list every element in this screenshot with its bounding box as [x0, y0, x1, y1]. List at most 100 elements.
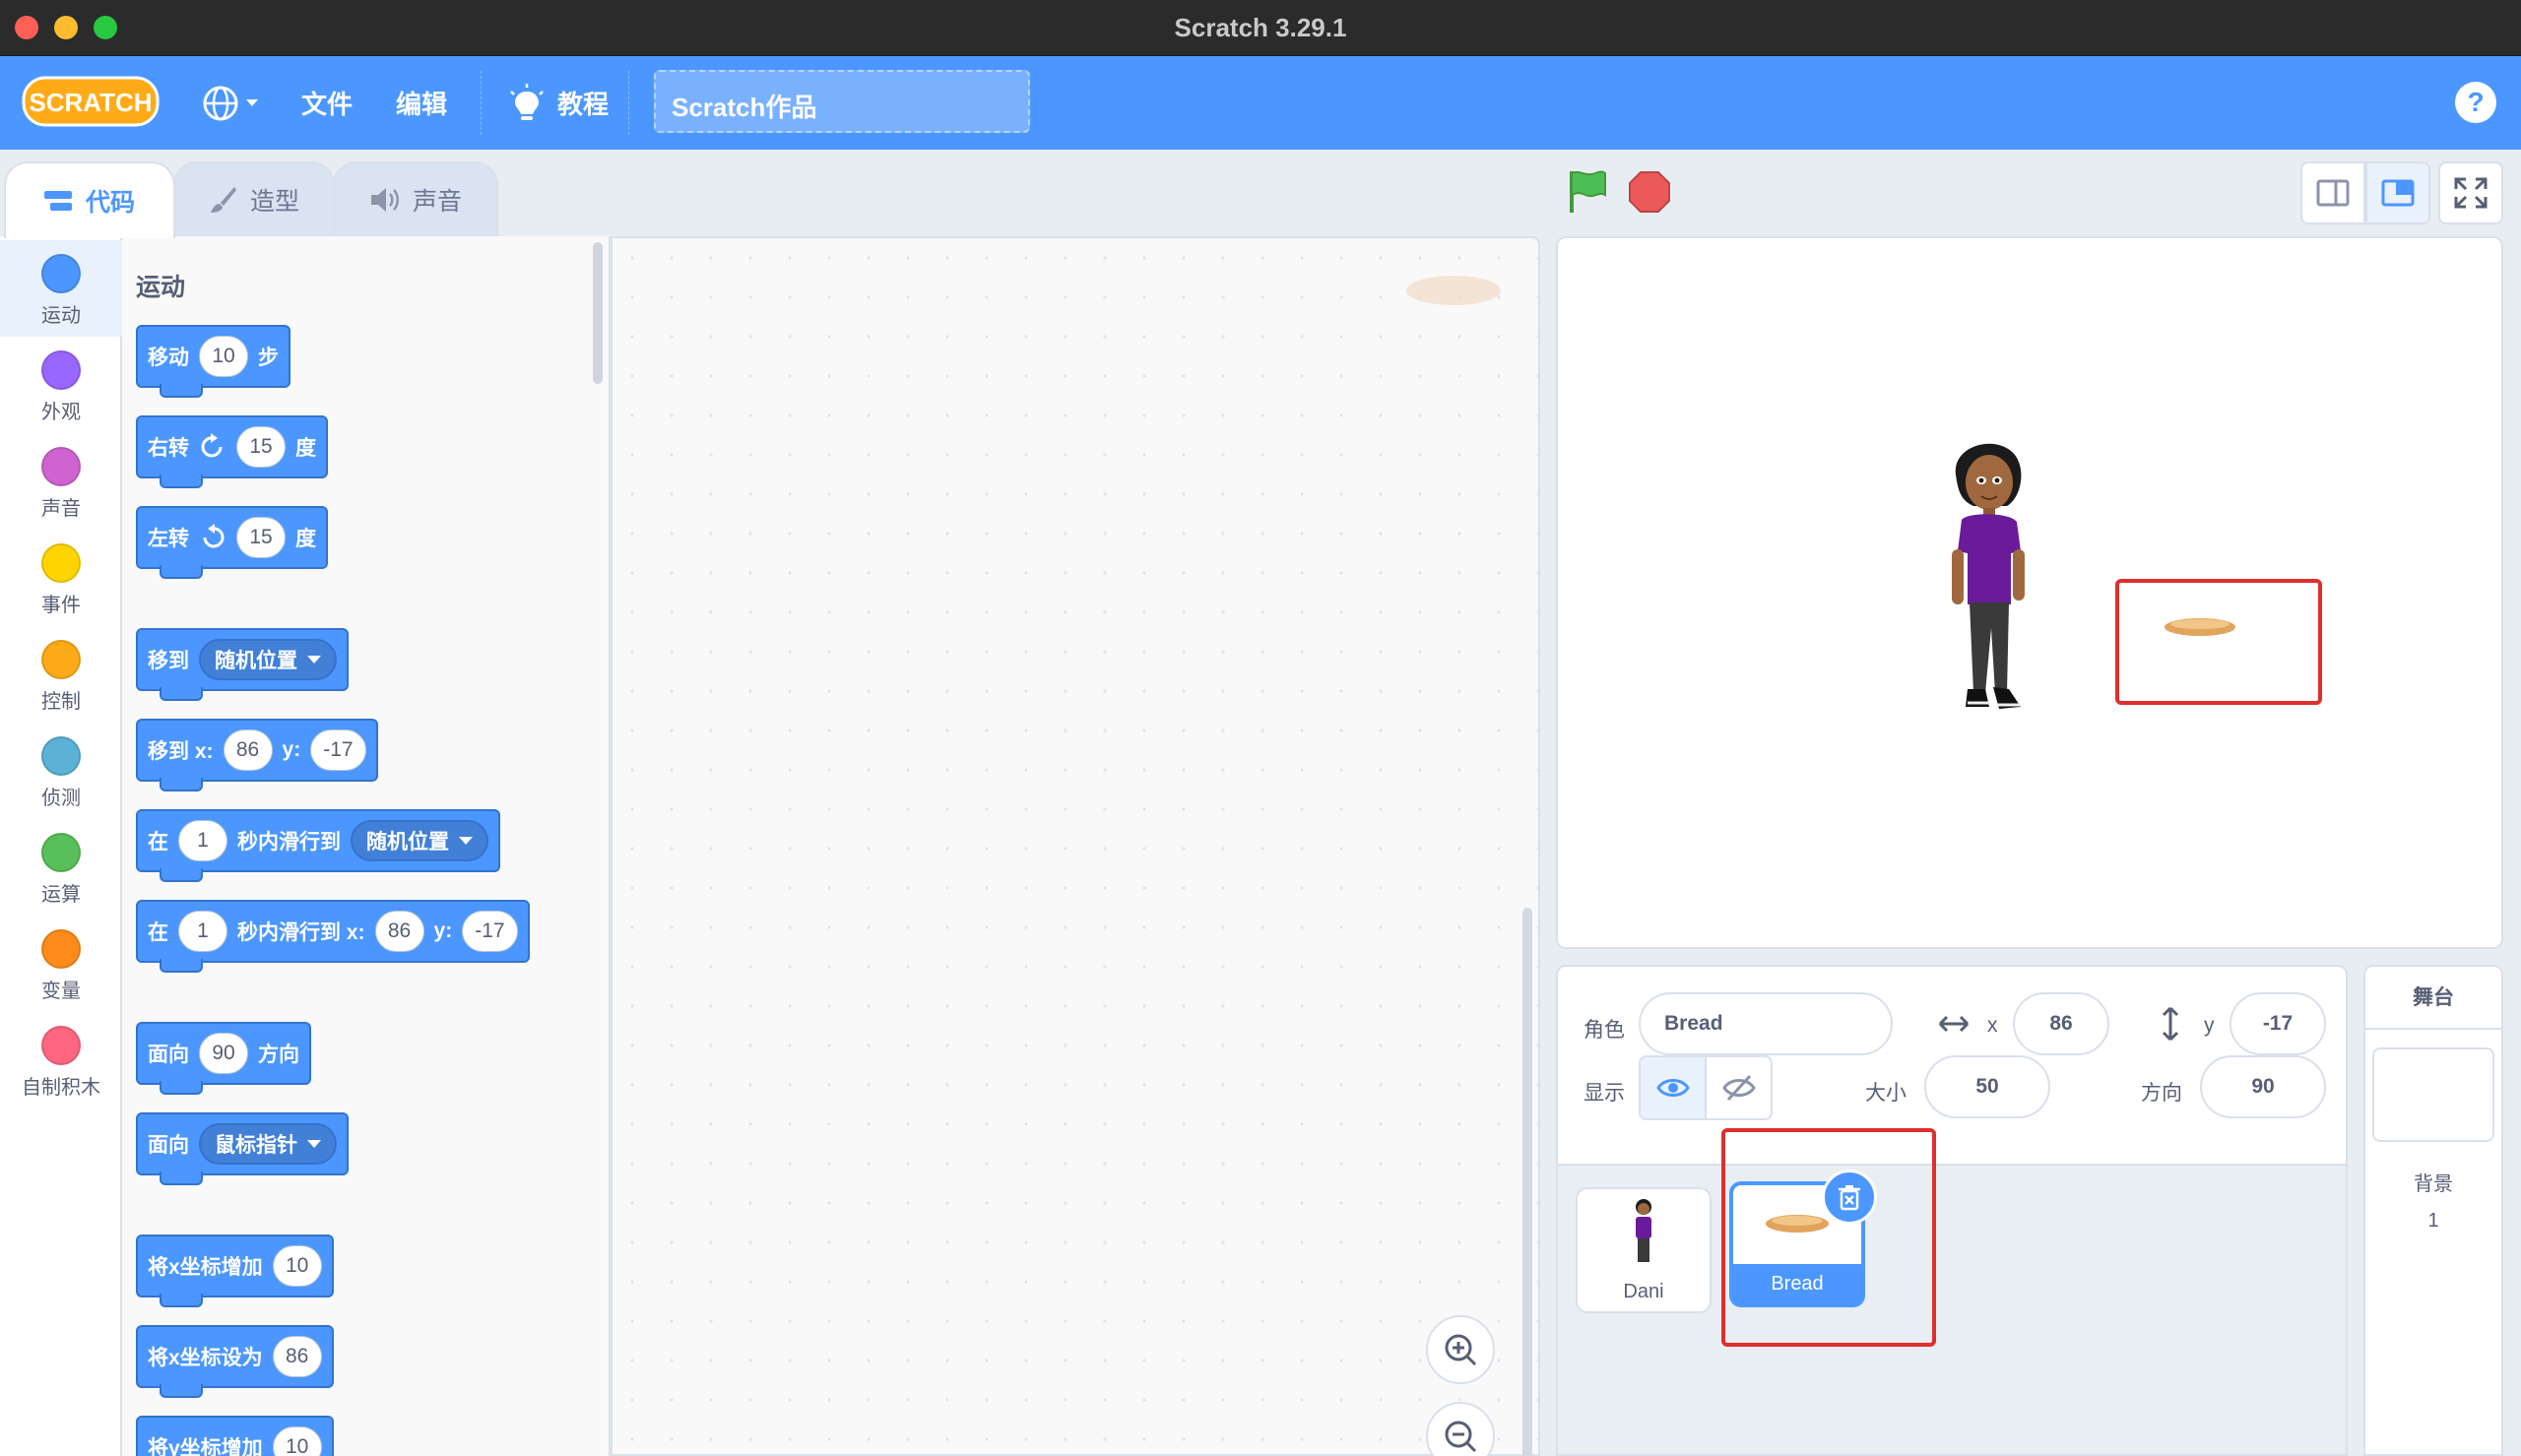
block-goto[interactable]: 移到 随机位置 — [136, 628, 349, 701]
block-text: 步 — [258, 347, 279, 369]
change-x-input[interactable]: 10 — [272, 1245, 322, 1287]
block-text: 在 — [148, 831, 168, 854]
scratch-logo[interactable]: SCRATCH — [22, 74, 160, 129]
tab-sounds-label: 声音 — [412, 188, 462, 216]
degrees-input[interactable]: 15 — [236, 426, 286, 468]
block-text: 移动 — [148, 347, 189, 369]
block-turn-right[interactable]: 右转 15 度 — [136, 415, 328, 488]
y-input[interactable]: -17 — [310, 729, 366, 771]
stage[interactable] — [1556, 236, 2503, 949]
motion-dot-icon — [41, 254, 81, 293]
events-dot-icon — [41, 543, 81, 583]
sprite-tile-dani[interactable]: Dani — [1576, 1187, 1712, 1313]
y-label: y — [2204, 1014, 2215, 1037]
stage-target-pane[interactable]: 舞台 背景 1 — [2363, 965, 2503, 1456]
block-text: 面向 — [148, 1044, 189, 1066]
green-flag-button[interactable] — [1564, 167, 1611, 215]
x-input[interactable]: 86 — [223, 729, 273, 771]
goto-target-dropdown[interactable]: 随机位置 — [199, 639, 337, 680]
sound-dot-icon — [41, 447, 81, 486]
script-area[interactable] — [611, 236, 1540, 1456]
set-x-input[interactable]: 86 — [272, 1336, 322, 1377]
block-point-towards[interactable]: 面向 鼠标指针 — [136, 1112, 349, 1185]
palette-scrollbar[interactable] — [593, 242, 603, 384]
x-position-field[interactable]: 86 — [2013, 992, 2109, 1055]
y-input[interactable]: -17 — [462, 911, 518, 952]
script-scrollbar[interactable] — [1522, 908, 1532, 1456]
block-text: 度 — [295, 528, 316, 550]
eye-icon — [1655, 1079, 1690, 1097]
change-y-input[interactable]: 10 — [272, 1426, 322, 1456]
dropdown-value: 鼠标指针 — [215, 1134, 297, 1157]
category-label: 运动 — [41, 305, 81, 327]
y-position-field[interactable]: -17 — [2230, 992, 2326, 1055]
edit-menu[interactable]: 编辑 — [396, 56, 447, 150]
tab-code[interactable]: 代码 — [4, 161, 175, 238]
degrees-input[interactable]: 15 — [236, 517, 286, 558]
category-variables[interactable]: 变量 — [0, 916, 122, 1012]
normal-stage-button[interactable] — [2365, 161, 2430, 224]
block-glide-xy[interactable]: 在 1 秒内滑行到 x: 86 y: -17 — [136, 900, 530, 973]
show-sprite-button[interactable] — [1641, 1057, 1705, 1118]
vertical-arrows-icon — [2162, 1006, 2179, 1042]
category-events[interactable]: 事件 — [0, 530, 122, 626]
block-goto-xy[interactable]: 移到 x: 86 y: -17 — [136, 719, 378, 791]
seconds-input[interactable]: 1 — [178, 911, 227, 952]
block-text: 秒内滑行到 — [237, 831, 341, 854]
speaker-icon — [370, 188, 399, 212]
file-menu[interactable]: 文件 — [301, 56, 353, 150]
brush-icon — [210, 187, 236, 213]
tab-costumes-label: 造型 — [249, 188, 299, 216]
category-sensing[interactable]: 侦测 — [0, 723, 122, 819]
block-move-steps[interactable]: 移动 10 步 — [136, 325, 291, 398]
visibility-toggle[interactable] — [1639, 1055, 1773, 1120]
block-point-direction[interactable]: 面向 90 方向 — [136, 1022, 311, 1095]
category-label: 变量 — [41, 981, 81, 1002]
project-title-input[interactable]: Scratch作品 — [654, 70, 1030, 133]
fullscreen-button[interactable] — [2438, 161, 2503, 224]
point-towards-dropdown[interactable]: 鼠标指针 — [199, 1123, 337, 1165]
category-motion[interactable]: 运动 — [0, 240, 122, 337]
glide-target-dropdown[interactable]: 随机位置 — [351, 820, 488, 861]
palette-heading: 运动 — [136, 274, 186, 301]
sprite-list: Dani Bread — [1558, 1128, 2346, 1454]
category-looks[interactable]: 外观 — [0, 337, 122, 433]
direction-field[interactable]: 90 — [2200, 1055, 2326, 1118]
direction-input[interactable]: 90 — [199, 1033, 248, 1074]
block-categories: 运动 外观 声音 事件 控制 侦测 运算 变量 自制积木 — [0, 236, 122, 1456]
block-text: 秒内滑行到 x: — [237, 921, 365, 944]
stop-button[interactable] — [1629, 171, 1670, 213]
block-turn-left[interactable]: 左转 15 度 — [136, 506, 328, 579]
block-text: 将x坐标设为 — [148, 1347, 263, 1369]
dani-sprite[interactable] — [1938, 435, 2046, 730]
category-sound[interactable]: 声音 — [0, 433, 122, 530]
category-label: 自制积木 — [22, 1077, 100, 1099]
block-change-y[interactable]: 将y坐标增加 10 — [136, 1416, 334, 1456]
sprite-name-field[interactable]: Bread — [1639, 992, 1893, 1055]
category-label: 运算 — [41, 884, 81, 906]
category-label: 外观 — [41, 402, 81, 423]
category-control[interactable]: 控制 — [0, 626, 122, 723]
hide-sprite-button[interactable] — [1705, 1057, 1771, 1118]
backdrops-count: 1 — [2427, 1210, 2439, 1232]
tutorials-label: 教程 — [557, 90, 610, 119]
help-button[interactable]: ? — [2455, 82, 2496, 123]
language-menu[interactable] — [201, 56, 260, 150]
zoom-in-button[interactable] — [1426, 1315, 1495, 1384]
zoom-out-button[interactable] — [1426, 1402, 1495, 1456]
block-glide-to[interactable]: 在 1 秒内滑行到 随机位置 — [136, 809, 500, 882]
tab-costumes[interactable]: 造型 — [173, 161, 335, 236]
block-change-x[interactable]: 将x坐标增加 10 — [136, 1234, 334, 1307]
block-text: 将x坐标增加 — [148, 1256, 263, 1279]
tutorials-button[interactable]: 教程 — [508, 56, 609, 150]
seconds-input[interactable]: 1 — [178, 820, 227, 861]
x-label: x — [1987, 1014, 1998, 1037]
category-my-blocks[interactable]: 自制积木 — [0, 1012, 122, 1108]
tab-sounds[interactable]: 声音 — [333, 161, 498, 236]
block-set-x[interactable]: 将x坐标设为 86 — [136, 1325, 334, 1398]
small-stage-button[interactable] — [2300, 161, 2365, 224]
size-field[interactable]: 50 — [1924, 1055, 2050, 1118]
x-input[interactable]: 86 — [374, 911, 424, 952]
category-operators[interactable]: 运算 — [0, 819, 122, 916]
steps-input[interactable]: 10 — [199, 336, 248, 377]
